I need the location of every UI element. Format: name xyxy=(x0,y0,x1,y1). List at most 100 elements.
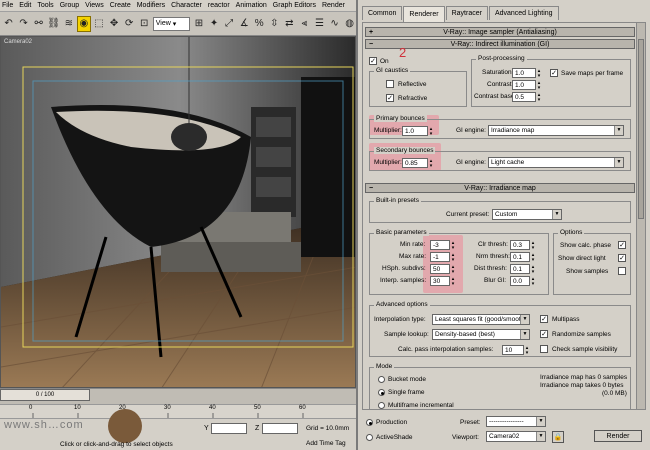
refractive-checkbox[interactable]: ✓ xyxy=(386,94,394,102)
chevron-down-icon[interactable]: ▼ xyxy=(520,330,529,339)
move-icon[interactable]: ✥ xyxy=(108,16,121,32)
percent-snap-icon[interactable]: % xyxy=(253,16,266,32)
reference-coordinate-dropdown[interactable]: View ▾ xyxy=(152,16,191,31)
spinner-arrows-icon[interactable]: ▴ ▾ xyxy=(530,253,536,263)
multiframe-radio[interactable] xyxy=(378,402,385,409)
tab-raytracer[interactable]: Raytracer xyxy=(445,6,488,20)
menu-item-edit[interactable]: Edit xyxy=(19,2,31,9)
menu-item-create[interactable]: Create xyxy=(110,2,131,9)
panel-scrollbar[interactable] xyxy=(636,23,645,409)
menu-item-character[interactable]: Character xyxy=(171,2,202,9)
chevron-down-icon[interactable]: ▼ xyxy=(552,210,561,219)
spinner-arrows-icon[interactable]: ▴ ▾ xyxy=(530,265,536,275)
menu-item-graph-editors[interactable]: Graph Editors xyxy=(273,2,316,9)
material-editor-icon[interactable]: ◍ xyxy=(343,16,356,32)
bind-icon[interactable]: ≋ xyxy=(62,16,75,32)
contrast-base-spinner[interactable]: 0.5 ▴ ▾ xyxy=(512,92,540,103)
layer-icon[interactable]: ☰ xyxy=(313,16,326,32)
z-coord-field[interactable] xyxy=(262,423,298,434)
viewport-select[interactable]: Camera02 ▼ xyxy=(486,431,546,442)
spinner-arrows-icon[interactable]: ▴ ▾ xyxy=(450,265,456,275)
primary-engine-select[interactable]: Irradiance map ▼ xyxy=(488,125,624,136)
show-calc-checkbox[interactable]: ✓ xyxy=(618,241,626,249)
activeshade-radio[interactable] xyxy=(366,434,373,441)
blur-gi-spinner[interactable]: 0.0 ▴ ▾ xyxy=(510,276,534,287)
saturation-spinner[interactable]: 1.0 ▴ ▾ xyxy=(512,68,540,79)
chevron-down-icon[interactable]: ▼ xyxy=(520,315,529,324)
redo-icon[interactable]: ↷ xyxy=(17,16,30,32)
menu-item-group[interactable]: Group xyxy=(60,2,79,9)
spinner-snap-icon[interactable]: ⇳ xyxy=(268,16,281,32)
single-frame-radio[interactable] xyxy=(378,389,385,396)
mirror-icon[interactable]: ⇄ xyxy=(283,16,296,32)
angle-snap-icon[interactable]: ∡ xyxy=(238,16,251,32)
select-icon[interactable]: ◉ xyxy=(77,15,91,32)
interp-type-select[interactable]: Least squares fit (good/smoot ▼ xyxy=(432,314,530,325)
randomize-checkbox[interactable]: ✓ xyxy=(540,330,548,338)
chevron-down-icon[interactable]: ▼ xyxy=(536,417,545,426)
spinner-arrows-icon[interactable]: ▴ ▾ xyxy=(450,241,456,251)
menu-item-reactor[interactable]: reactor xyxy=(208,2,230,9)
show-samples-checkbox[interactable] xyxy=(618,267,626,275)
render-button[interactable]: Render xyxy=(594,430,642,442)
spinner-arrows-icon[interactable]: ▴ ▾ xyxy=(428,159,434,169)
gi-on-checkbox[interactable]: ✓ xyxy=(369,57,377,65)
menu-item-views[interactable]: Views xyxy=(85,2,104,9)
menu-item-tools[interactable]: Tools xyxy=(37,2,53,9)
hsph-spinner[interactable]: 50 ▴ ▾ xyxy=(430,264,454,275)
sample-lookup-select[interactable]: Density-based (best) ▼ xyxy=(432,329,530,340)
chevron-down-icon[interactable]: ▼ xyxy=(536,432,545,441)
min-rate-spinner[interactable]: -3 ▴ ▾ xyxy=(430,240,454,251)
tab-renderer[interactable]: Renderer xyxy=(403,6,445,22)
dist-thresh-spinner[interactable]: 0.1 ▴ ▾ xyxy=(510,264,534,275)
show-direct-checkbox[interactable]: ✓ xyxy=(618,254,626,262)
chevron-down-icon[interactable]: ▼ xyxy=(614,158,623,167)
nrm-thresh-spinner[interactable]: 0.1 ▴ ▾ xyxy=(510,252,534,263)
tab-advanced-lighting[interactable]: Advanced Lighting xyxy=(488,6,559,20)
interp-samples-spinner[interactable]: 30 ▴ ▾ xyxy=(430,276,454,287)
check-visibility-checkbox[interactable] xyxy=(540,345,548,353)
menu-item-file[interactable]: File xyxy=(2,2,13,9)
spinner-arrows-icon[interactable]: ▴ ▾ xyxy=(450,277,456,287)
rollout-irradiance-map[interactable]: − V-Ray:: Irradiance map xyxy=(365,183,635,193)
spinner-arrows-icon[interactable]: ▴ ▾ xyxy=(450,253,456,263)
add-time-tag-button[interactable]: Add Time Tag xyxy=(306,440,346,447)
snap-icon[interactable]: ⤢ xyxy=(223,16,236,32)
time-slider[interactable]: 0 / 100 xyxy=(0,389,90,401)
max-rate-spinner[interactable]: -1 ▴ ▾ xyxy=(430,252,454,263)
time-ruler[interactable]: 0 10 20 30 40 50 60 xyxy=(0,404,356,419)
y-coord-field[interactable] xyxy=(211,423,247,434)
reflective-checkbox[interactable] xyxy=(386,80,394,88)
secondary-engine-select[interactable]: Light cache ▼ xyxy=(488,157,624,168)
menu-item-animation[interactable]: Animation xyxy=(236,2,267,9)
primary-multiplier-spinner[interactable]: 1.0 ▴ ▾ xyxy=(402,126,432,137)
scale-icon[interactable]: ⊡ xyxy=(138,16,151,32)
curve-editor-icon[interactable]: ∿ xyxy=(328,16,341,32)
menu-item-modifiers[interactable]: Modifiers xyxy=(137,2,165,9)
preset-select[interactable]: ---------------- ▼ xyxy=(486,416,546,427)
scroll-thumb[interactable] xyxy=(638,39,644,219)
lock-viewport-button[interactable]: 🔒 xyxy=(552,431,564,443)
undo-icon[interactable]: ↶ xyxy=(2,16,15,32)
rotate-icon[interactable]: ⟳ xyxy=(123,16,136,32)
spinner-arrows-icon[interactable]: ▴ ▾ xyxy=(530,277,536,287)
link-icon[interactable]: ⚯ xyxy=(32,16,45,32)
spinner-arrows-icon[interactable]: ▴ ▾ xyxy=(536,69,542,79)
secondary-multiplier-spinner[interactable]: 0.85 ▴ ▾ xyxy=(402,158,432,169)
chevron-down-icon[interactable]: ▼ xyxy=(614,126,623,135)
viewport-label[interactable]: Camera02 xyxy=(4,39,32,45)
spinner-arrows-icon[interactable]: ▴ ▾ xyxy=(536,81,542,91)
current-preset-select[interactable]: Custom ▼ xyxy=(492,209,562,220)
calc-pass-spinner[interactable]: 10 ▴ ▾ xyxy=(502,345,528,356)
align-icon[interactable]: ⫷ xyxy=(298,16,311,32)
select-region-icon[interactable]: ⬚ xyxy=(93,16,106,32)
select-manipulate-icon[interactable]: ✦ xyxy=(208,16,221,32)
menu-item-render[interactable]: Render xyxy=(322,2,345,9)
spinner-arrows-icon[interactable]: ▴ ▾ xyxy=(524,346,530,356)
camera-viewport[interactable]: Camera02 xyxy=(0,36,356,388)
bucket-mode-radio[interactable] xyxy=(378,376,385,383)
clr-thresh-spinner[interactable]: 0.3 ▴ ▾ xyxy=(510,240,534,251)
pivot-icon[interactable]: ⊞ xyxy=(192,16,205,32)
spinner-arrows-icon[interactable]: ▴ ▾ xyxy=(530,241,536,251)
multipass-checkbox[interactable]: ✓ xyxy=(540,315,548,323)
